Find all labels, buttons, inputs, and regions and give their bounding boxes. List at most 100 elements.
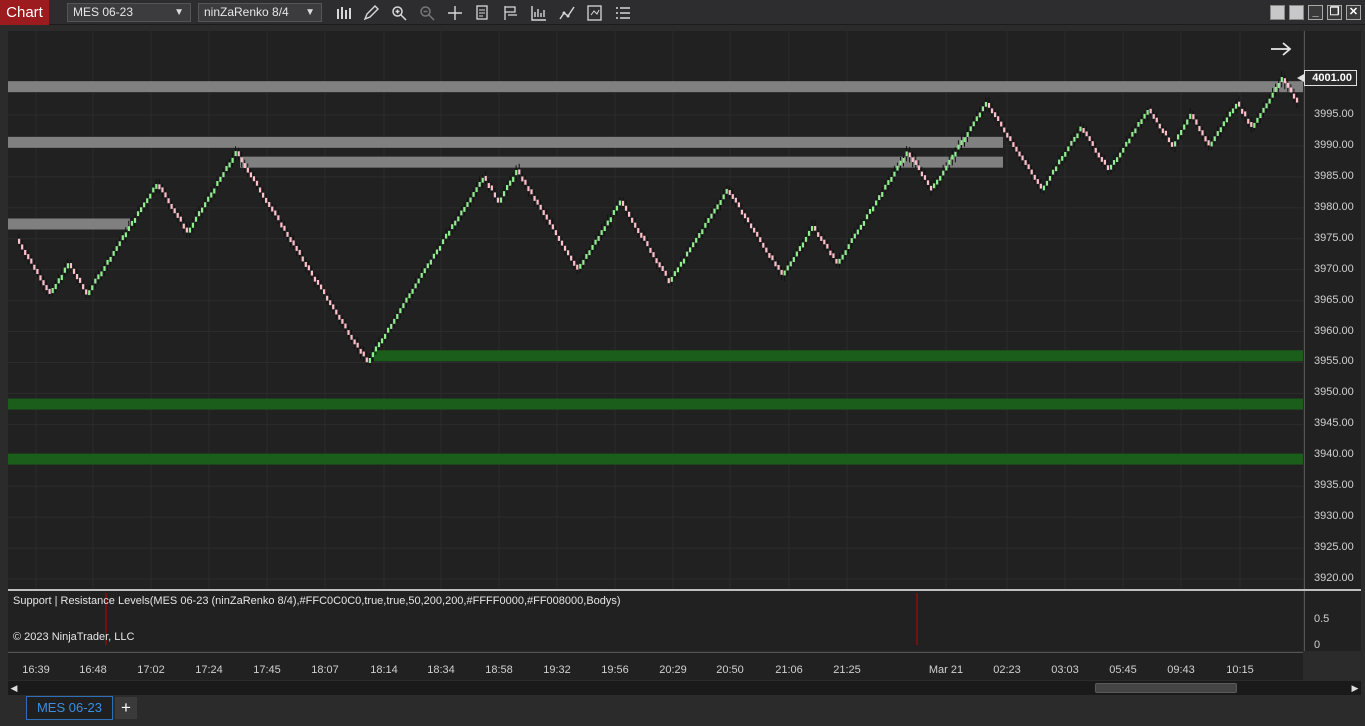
bar-style-icon[interactable] <box>334 3 354 22</box>
bear-candle <box>359 348 362 354</box>
zoom-out-icon[interactable] <box>417 3 437 22</box>
bear-candle <box>30 258 33 264</box>
indicator-panel[interactable]: Support | Resistance Levels(MES 06-23 (n… <box>8 591 1303 651</box>
bear-candle <box>533 195 536 201</box>
bull-candle <box>899 160 902 166</box>
bear-candle <box>176 212 179 218</box>
bear-candle <box>820 236 823 241</box>
bull-candle <box>368 358 371 363</box>
add-tab-button[interactable]: + <box>115 697 137 719</box>
bull-candle <box>509 180 512 186</box>
bear-candle <box>621 200 625 206</box>
bull-candle <box>878 195 881 201</box>
bear-candle <box>997 116 1000 122</box>
bear-candle <box>69 263 73 269</box>
price-axis-tick: 3920.00 <box>1314 572 1354 584</box>
bull-candle <box>1076 133 1079 139</box>
bear-candle <box>1250 122 1253 127</box>
bear-candle <box>1164 130 1167 136</box>
chart-window: Chart MES 06-23 ▼ ninZaRenko 8/4 ▼ _ ❐ ✕… <box>0 0 1365 726</box>
price-axis[interactable]: 4000.003995.003990.003985.003980.003975.… <box>1304 31 1361 589</box>
scroll-left-icon[interactable]: ◀ <box>8 681 20 695</box>
minimize-icon[interactable]: _ <box>1308 5 1323 20</box>
data-box-icon[interactable] <box>585 3 605 22</box>
bear-candle <box>759 237 762 243</box>
chart-trader-icon[interactable] <box>557 3 577 22</box>
bull-candle <box>127 226 130 232</box>
ind-axis-tick: 0.5 <box>1314 613 1330 625</box>
bull-candle <box>801 242 805 248</box>
arrow-right-icon[interactable] <box>1268 40 1294 58</box>
restore-icon[interactable]: ❐ <box>1327 5 1342 20</box>
bar-type-selector[interactable]: ninZaRenko 8/4 ▼ <box>198 3 322 22</box>
bear-candle <box>1295 97 1299 103</box>
bull-candle <box>933 183 936 189</box>
bear-candle <box>170 203 173 209</box>
bull-candle <box>390 323 393 329</box>
indicators-icon[interactable] <box>529 3 549 22</box>
bull-candle <box>466 202 469 207</box>
price-panel[interactable] <box>8 31 1303 589</box>
bull-candle <box>804 236 808 242</box>
bull-candle <box>692 242 695 248</box>
tab-mes-06-23[interactable]: MES 06-23 <box>26 696 113 720</box>
bull-candle <box>408 293 411 299</box>
window-pin-icon[interactable] <box>1270 5 1285 20</box>
zoom-in-icon[interactable] <box>389 3 409 22</box>
price-axis-tick: 3960.00 <box>1314 324 1354 337</box>
list-icon[interactable] <box>613 3 633 22</box>
time-axis[interactable]: 16:39 16:48 17:02 17:24 17:45 18:07 18:14 18:34… <box>8 652 1303 680</box>
bull-candle <box>679 261 683 267</box>
bull-candle <box>603 226 606 232</box>
bear-candle <box>545 214 548 220</box>
horizontal-scrollbar[interactable]: ◀ ▶ <box>8 681 1361 695</box>
bull-candle <box>106 259 109 265</box>
bear-candle <box>292 240 295 246</box>
resistance-level <box>8 218 130 230</box>
window-link-icon[interactable] <box>1289 5 1304 20</box>
bull-candle <box>1253 122 1256 128</box>
bear-candle <box>908 152 911 158</box>
chevron-down-icon: ▼ <box>305 7 315 18</box>
bull-candle <box>469 197 472 203</box>
bull-candle <box>432 253 435 259</box>
properties-icon[interactable] <box>473 3 493 22</box>
bull-candle <box>948 159 951 165</box>
bull-candle <box>57 278 60 284</box>
bull-candle <box>112 250 115 256</box>
bear-candle <box>1033 174 1036 180</box>
bull-candle <box>438 245 442 251</box>
time-axis-tick: 17:24 <box>195 664 223 676</box>
crosshair-icon[interactable] <box>445 3 465 22</box>
bear-candle <box>765 247 768 253</box>
bull-candle <box>1048 175 1052 181</box>
price-axis-tick: 3950.00 <box>1314 386 1354 399</box>
bear-candle <box>1198 126 1201 132</box>
bull-candle <box>1119 152 1122 158</box>
bear-candle <box>484 175 487 181</box>
close-icon[interactable]: ✕ <box>1346 5 1361 20</box>
bear-candle <box>554 230 557 236</box>
strategy-icon[interactable] <box>501 3 521 22</box>
time-axis-tick: 18:14 <box>370 664 398 676</box>
bull-candle <box>881 192 884 197</box>
bull-candle <box>118 241 121 247</box>
time-axis-tick: 18:34 <box>427 664 455 676</box>
bear-candle <box>240 157 243 163</box>
time-axis-tick: 10:15 <box>1226 664 1254 676</box>
bull-candle <box>591 245 594 250</box>
bear-candle <box>774 261 777 267</box>
bull-candle <box>1073 136 1076 142</box>
price-axis-tick: 3945.00 <box>1314 417 1354 430</box>
scroll-thumb[interactable] <box>1095 683 1237 693</box>
bear-candle <box>1152 114 1155 119</box>
bull-candle <box>1213 136 1216 142</box>
scroll-right-icon[interactable]: ▶ <box>1349 681 1361 695</box>
bull-candle <box>850 238 853 243</box>
instrument-selector[interactable]: MES 06-23 ▼ <box>67 3 191 22</box>
bull-candle <box>60 274 63 281</box>
bull-candle <box>472 192 475 197</box>
bear-candle <box>753 227 756 233</box>
pencil-icon[interactable] <box>361 3 381 22</box>
bear-candle <box>39 275 42 281</box>
